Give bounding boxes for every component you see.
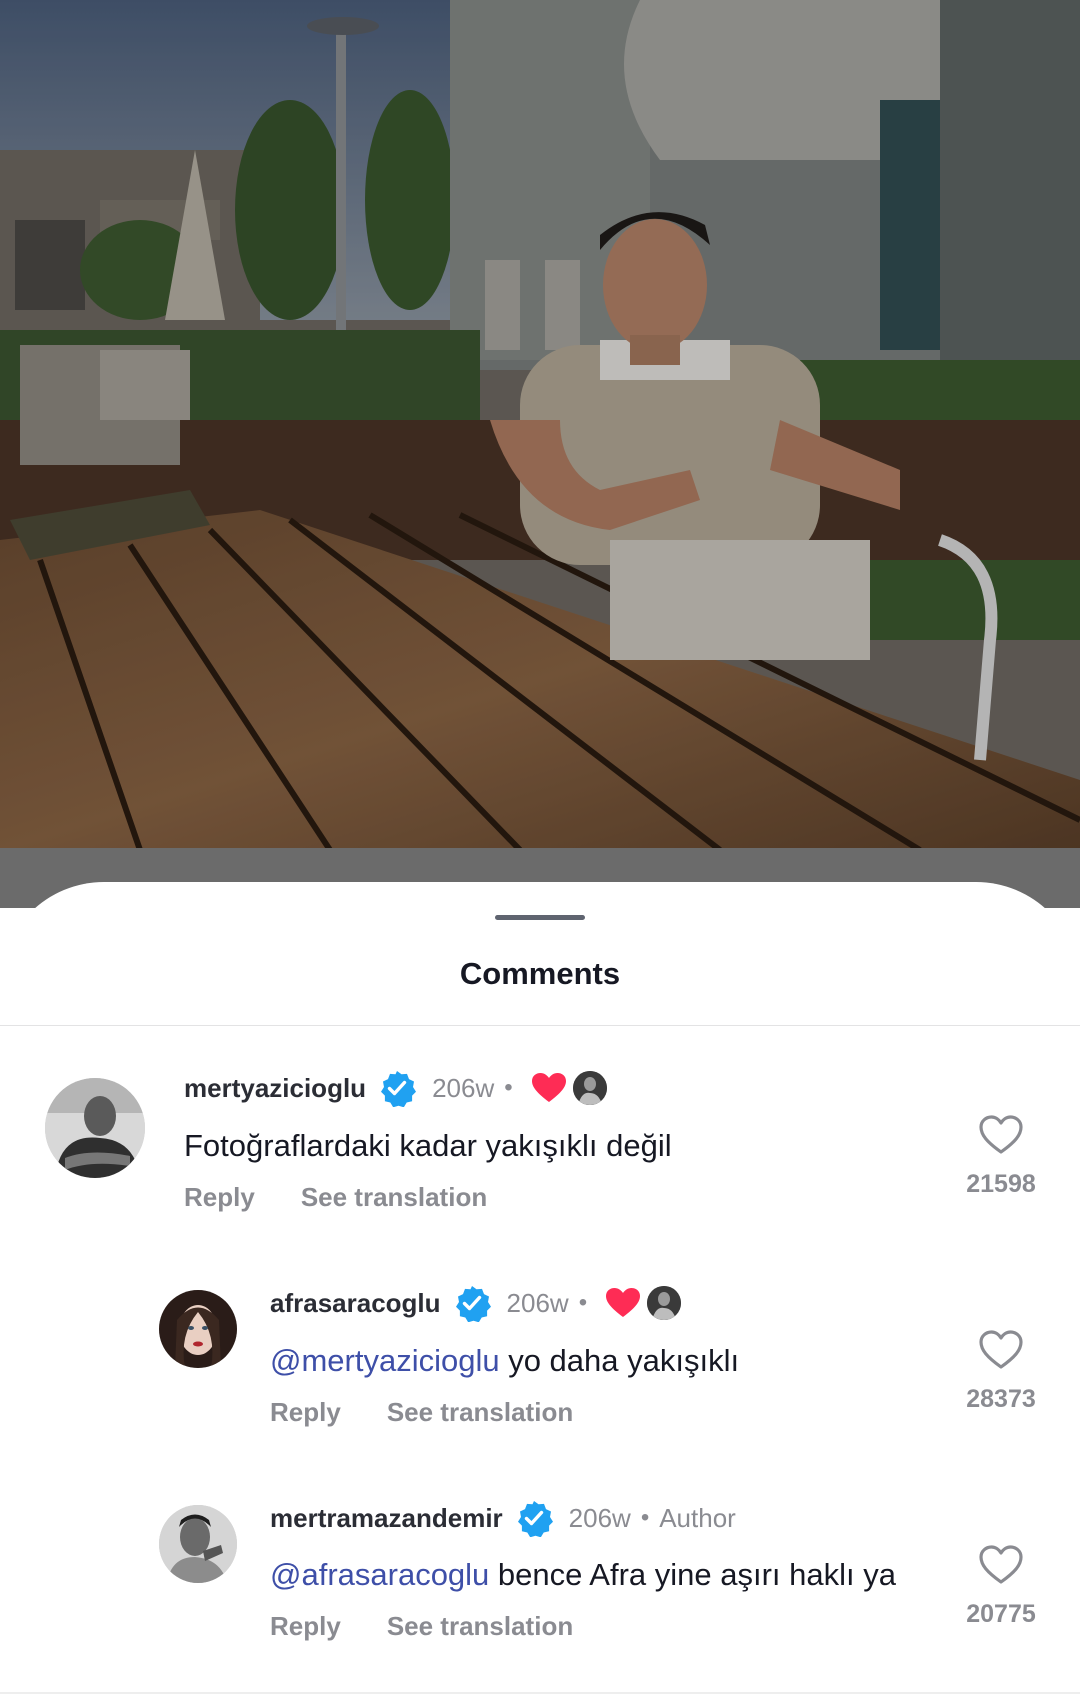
sheet-title: Comments <box>459 956 621 991</box>
avatar[interactable] <box>45 1078 145 1178</box>
verified-badge-icon <box>381 1071 417 1107</box>
author-badge: Author <box>659 1502 736 1533</box>
comment-username[interactable]: mertramazandemir <box>270 1503 503 1534</box>
avatar[interactable] <box>159 1505 237 1583</box>
reply-button[interactable]: Reply <box>270 1611 341 1642</box>
separator-dot: • <box>504 1074 513 1101</box>
like-button[interactable]: 28373 <box>941 1329 1061 1414</box>
mention-link[interactable]: @mertyazicioglu <box>270 1343 500 1378</box>
reply-button[interactable]: Reply <box>270 1397 341 1428</box>
liked-by-creator-heart-icon <box>606 1288 641 1317</box>
comment-text: Fotoğraflardaki kadar yakışıklı değil <box>184 1128 672 1163</box>
sheet-drag-handle[interactable] <box>495 915 585 920</box>
mention-link[interactable]: @afrasaracoglu <box>270 1557 489 1592</box>
heart-outline-icon <box>979 1330 1023 1369</box>
see-translation-button[interactable]: See translation <box>387 1611 573 1642</box>
header-divider <box>0 1025 1080 1026</box>
separator-dot: • <box>578 1289 588 1316</box>
creator-mini-avatar <box>647 1286 682 1320</box>
comment-text: @mertyazicioglu yo daha yakışıklı <box>270 1343 740 1378</box>
comment-username[interactable]: mertyazicioglu <box>184 1073 366 1104</box>
see-translation-button[interactable]: See translation <box>387 1397 573 1428</box>
verified-badge-icon <box>517 1501 553 1537</box>
avatar[interactable] <box>159 1290 237 1368</box>
comment-timestamp: 206w <box>506 1287 569 1318</box>
liked-by-creator-heart-icon <box>531 1073 566 1102</box>
heart-outline-icon <box>979 1115 1023 1154</box>
like-count: 20775 <box>966 1600 1036 1628</box>
reply-button[interactable]: Reply <box>184 1182 255 1213</box>
creator-mini-avatar <box>572 1071 607 1105</box>
comment-text: @afrasaracoglu bence Afra yine aşırı hak… <box>270 1557 896 1592</box>
bottom-divider <box>0 1692 1080 1694</box>
heart-outline-icon <box>979 1545 1023 1584</box>
verified-badge-icon <box>455 1286 491 1322</box>
like-button[interactable]: 21598 <box>941 1114 1061 1199</box>
comment-timestamp: 206w <box>432 1072 495 1103</box>
comment-timestamp: 206w <box>568 1502 631 1533</box>
like-count: 28373 <box>966 1385 1036 1413</box>
separator-dot: • <box>640 1504 650 1531</box>
like-count: 21598 <box>966 1170 1036 1198</box>
comment-username[interactable]: afrasaracoglu <box>270 1288 441 1319</box>
like-button[interactable]: 20775 <box>941 1544 1061 1629</box>
video-background-image[interactable] <box>0 0 1080 850</box>
see-translation-button[interactable]: See translation <box>301 1182 487 1213</box>
